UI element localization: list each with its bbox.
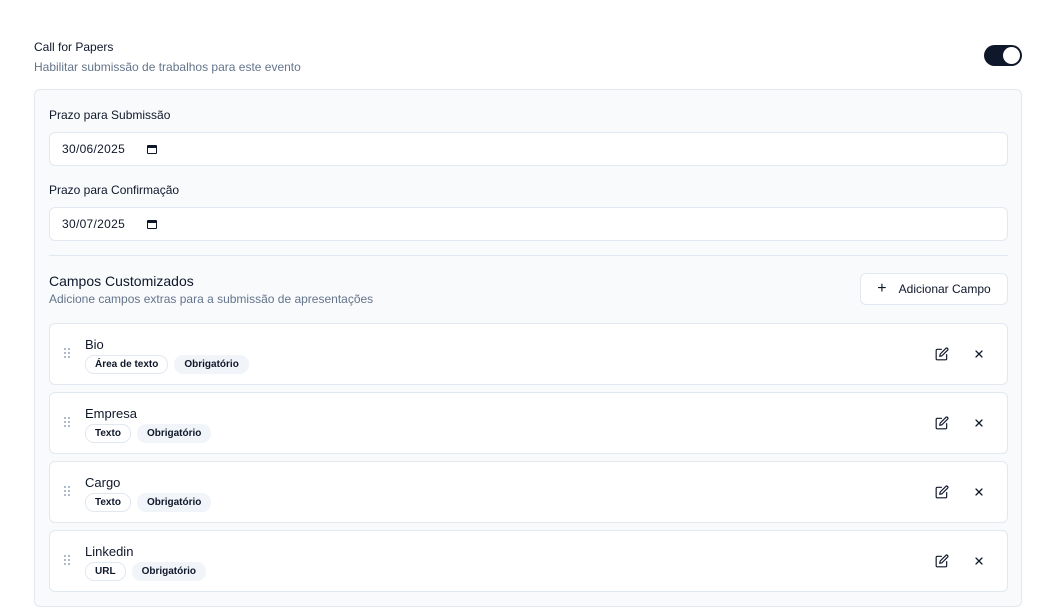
- custom-field-name: Cargo: [85, 475, 121, 490]
- confirmation-deadline-value: 30/07/2025: [62, 217, 126, 231]
- grip-vertical-icon[interactable]: [64, 348, 72, 360]
- custom-fields-description: Adicione campos extras para a submissão …: [49, 292, 374, 306]
- plus-icon: +: [877, 280, 887, 297]
- custom-field-badges: Área de texto Obrigatório: [85, 355, 249, 374]
- cfp-title: Call for Papers: [34, 40, 114, 54]
- custom-field-name: Empresa: [85, 406, 138, 421]
- custom-field-card: Bio Área de texto Obrigatório: [49, 323, 1008, 385]
- field-type-badge: Texto: [85, 424, 131, 443]
- add-field-button[interactable]: + Adicionar Campo: [860, 273, 1008, 305]
- confirmation-deadline-input[interactable]: 30/07/2025: [49, 207, 1008, 241]
- cfp-settings-panel: Prazo para Submissão 30/06/2025 Prazo pa…: [34, 89, 1022, 607]
- edit-icon[interactable]: [935, 485, 949, 499]
- custom-field-card: Cargo Texto Obrigatório: [49, 461, 1008, 523]
- close-icon[interactable]: [973, 417, 985, 429]
- calendar-icon[interactable]: [147, 144, 158, 154]
- required-badge: Obrigatório: [136, 493, 212, 512]
- required-badge: Obrigatório: [131, 562, 207, 581]
- required-badge: Obrigatório: [136, 424, 212, 443]
- call-for-papers-settings: Call for Papers Habilitar submissão de t…: [0, 0, 1053, 608]
- edit-icon[interactable]: [935, 554, 949, 568]
- submission-deadline-label: Prazo para Submissão: [49, 108, 171, 122]
- field-type-badge: Área de texto: [85, 355, 169, 374]
- custom-field-card: Linkedin URL Obrigatório: [49, 530, 1008, 592]
- edit-icon[interactable]: [935, 347, 949, 361]
- grip-vertical-icon[interactable]: [64, 417, 72, 429]
- field-type-badge: Texto: [85, 493, 131, 512]
- custom-field-name: Linkedin: [85, 544, 134, 559]
- custom-field-badges: URL Obrigatório: [85, 562, 207, 581]
- close-icon[interactable]: [973, 555, 985, 567]
- custom-field-name: Bio: [85, 337, 104, 352]
- grip-vertical-icon[interactable]: [64, 555, 72, 567]
- toggle-knob: [1003, 47, 1020, 64]
- close-icon[interactable]: [973, 486, 985, 498]
- required-badge: Obrigatório: [174, 355, 249, 374]
- section-divider: [49, 255, 1008, 256]
- submission-deadline-value: 30/06/2025: [62, 142, 126, 156]
- edit-icon[interactable]: [935, 416, 949, 430]
- cfp-header: Call for Papers Habilitar submissão de t…: [34, 39, 301, 75]
- cfp-description: Habilitar submissão de trabalhos para es…: [34, 60, 301, 74]
- custom-field-badges: Texto Obrigatório: [85, 493, 212, 512]
- custom-fields-title: Campos Customizados: [49, 273, 194, 289]
- cfp-enable-toggle[interactable]: [984, 45, 1022, 66]
- submission-deadline-input[interactable]: 30/06/2025: [49, 132, 1008, 166]
- grip-vertical-icon[interactable]: [64, 486, 72, 498]
- confirmation-deadline-label: Prazo para Confirmação: [49, 183, 180, 197]
- custom-field-card: Empresa Texto Obrigatório: [49, 392, 1008, 454]
- custom-field-badges: Texto Obrigatório: [85, 424, 212, 443]
- add-field-label: Adicionar Campo: [898, 282, 991, 296]
- field-type-badge: URL: [85, 562, 126, 581]
- close-icon[interactable]: [973, 348, 985, 360]
- calendar-icon[interactable]: [147, 219, 158, 229]
